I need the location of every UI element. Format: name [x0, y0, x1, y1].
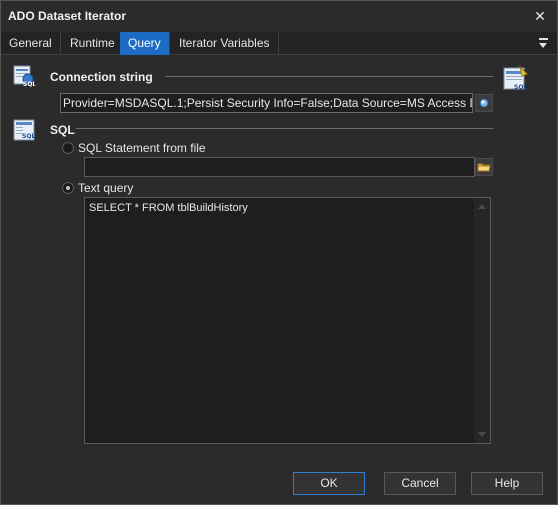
- connection-string-value: Provider=MSDASQL.1;Persist Security Info…: [63, 96, 472, 110]
- title-bar: ADO Dataset Iterator ✕: [1, 1, 557, 31]
- sql-divider: [76, 128, 493, 129]
- svg-text:SQL: SQL: [22, 133, 35, 140]
- tab-general[interactable]: General: [1, 32, 61, 55]
- cancel-button[interactable]: Cancel: [384, 472, 456, 495]
- dialog-window: ADO Dataset Iterator ✕ General Runtime Q…: [0, 0, 558, 505]
- tab-bar: General Runtime Query Iterator Variables: [1, 32, 557, 55]
- connection-database-icon: SQL: [13, 65, 35, 87]
- window-title: ADO Dataset Iterator: [8, 9, 127, 23]
- folder-icon-graphic: [477, 163, 491, 172]
- connection-divider: [165, 76, 493, 77]
- radio-text-query[interactable]: Text query: [62, 181, 182, 196]
- scroll-down-icon[interactable]: [478, 432, 486, 437]
- sql-section-icon: SQL: [13, 119, 35, 141]
- radio-sql-from-file-button[interactable]: [62, 142, 74, 154]
- tab-iterator-variables[interactable]: Iterator Variables: [171, 32, 279, 55]
- sql-file-input[interactable]: [84, 157, 475, 177]
- sql-label: SQL: [50, 123, 75, 137]
- ok-button[interactable]: OK: [293, 472, 365, 495]
- ellipsis-icon-graphic: [479, 98, 489, 108]
- svg-text:SQL: SQL: [23, 81, 35, 87]
- ellipsis-icon[interactable]: [475, 94, 493, 112]
- radio-sql-from-file[interactable]: SQL Statement from file: [62, 141, 262, 156]
- close-icon[interactable]: ✕: [529, 5, 551, 27]
- tab-menu-icon[interactable]: [537, 35, 551, 51]
- tab-query[interactable]: Query: [120, 32, 170, 55]
- folder-icon[interactable]: [475, 158, 493, 176]
- radio-text-query-button[interactable]: [62, 182, 74, 194]
- connection-string-input[interactable]: Provider=MSDASQL.1;Persist Security Info…: [60, 93, 473, 113]
- svg-text:SQL: SQL: [514, 84, 527, 91]
- query-scrollbar[interactable]: [474, 198, 490, 443]
- sql-query-textarea[interactable]: SELECT * FROM tblBuildHistory: [84, 197, 491, 444]
- help-button[interactable]: Help: [471, 472, 543, 495]
- scroll-up-icon[interactable]: [478, 204, 486, 209]
- tab-runtime[interactable]: Runtime: [62, 32, 124, 55]
- sql-builder-icon[interactable]: SQL: [503, 65, 529, 91]
- radio-sql-from-file-label: SQL Statement from file: [78, 141, 206, 155]
- radio-text-query-label: Text query: [78, 181, 134, 195]
- connection-string-label: Connection string: [50, 70, 153, 84]
- sql-query-text: SELECT * FROM tblBuildHistory: [89, 202, 248, 214]
